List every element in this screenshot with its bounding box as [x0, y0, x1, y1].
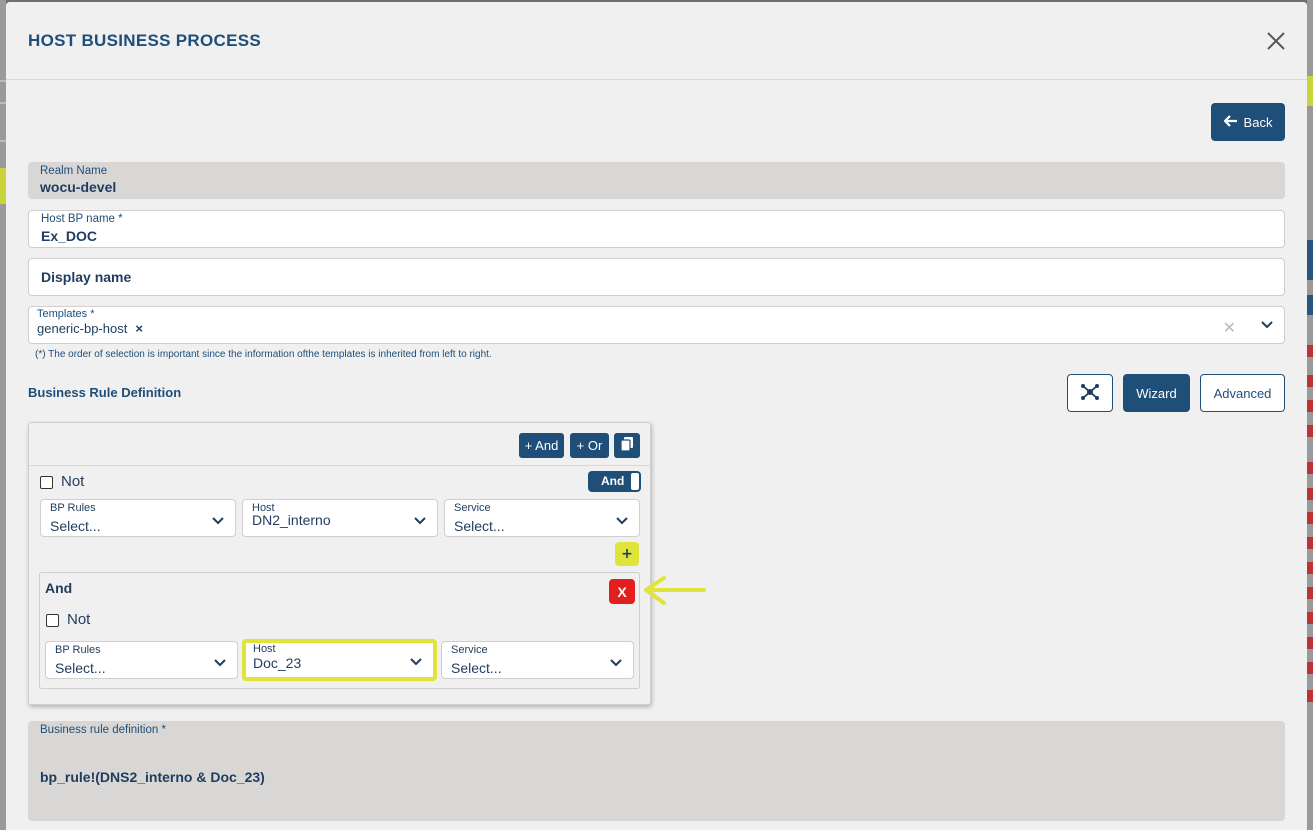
wizard-button[interactable]: Wizard: [1123, 374, 1190, 412]
templates-select[interactable]: Templates * generic-bp-host × ✕: [28, 306, 1285, 344]
group-bp-rules-select[interactable]: BP Rules Select...: [45, 641, 238, 679]
service-label: Service: [454, 502, 491, 514]
host-bp-name-field[interactable]: Host BP name * Ex_DOC: [28, 210, 1285, 248]
group-not-label: Not: [67, 611, 91, 628]
host-bp-name-label: Host BP name *: [41, 213, 123, 225]
annotation-arrow-icon: [642, 576, 708, 610]
host-value: DN2_interno: [252, 512, 331, 528]
template-tag-label: generic-bp-host: [37, 321, 128, 336]
group-host-label: Host: [253, 643, 276, 655]
chevron-down-icon: [213, 655, 227, 674]
modal-header: HOST BUSINESS PROCESS: [6, 2, 1307, 80]
group-bp-rules-value: Select...: [55, 660, 106, 676]
group-bp-rules-label: BP Rules: [55, 644, 101, 656]
chevron-down-icon: [409, 654, 423, 673]
section-title: Business Rule Definition: [28, 385, 182, 400]
chevron-down-icon: [609, 655, 623, 674]
rule-builder: + And + Or Not And BP Rules Select... Ho…: [28, 422, 651, 705]
remove-group-button[interactable]: X: [609, 579, 635, 604]
not-label: Not: [61, 473, 85, 490]
arrow-left-icon: [1222, 114, 1238, 130]
network-graph-button[interactable]: [1067, 374, 1113, 412]
add-and-button[interactable]: + And: [519, 433, 564, 458]
not-checkbox[interactable]: [40, 476, 53, 489]
operator-toggle[interactable]: And: [588, 471, 641, 492]
copy-button[interactable]: [614, 433, 640, 458]
chevron-down-icon: [211, 513, 225, 532]
templates-label: Templates *: [37, 308, 95, 320]
chevron-down-icon[interactable]: [1260, 317, 1274, 336]
chevron-down-icon: [413, 513, 427, 532]
templates-hint: (*) The order of selection is important …: [35, 349, 492, 360]
group-service-select[interactable]: Service Select...: [441, 641, 634, 679]
group-not-checkbox[interactable]: [46, 614, 59, 627]
add-or-button[interactable]: + Or: [570, 433, 609, 458]
service-select[interactable]: Service Select...: [444, 499, 640, 537]
host-business-process-modal: HOST BUSINESS PROCESS Back Realm Name wo…: [6, 2, 1307, 830]
builder-divider: [29, 465, 650, 466]
display-name-field[interactable]: Display name: [28, 258, 1285, 296]
bp-rules-select[interactable]: BP Rules Select...: [40, 499, 236, 537]
realm-name-field: Realm Name wocu-devel: [28, 162, 1285, 199]
add-rule-button[interactable]: +: [615, 542, 639, 566]
host-select[interactable]: Host DN2_interno: [242, 499, 438, 537]
business-rule-definition-field: Business rule definition * bp_rule!(DNS2…: [28, 721, 1285, 821]
realm-name-value: wocu-devel: [40, 179, 117, 195]
back-button-label: Back: [1243, 114, 1273, 130]
operator-toggle-label: And: [601, 474, 625, 488]
toggle-knob: [631, 473, 639, 490]
clear-icon[interactable]: ✕: [1223, 318, 1236, 337]
modal-title: HOST BUSINESS PROCESS: [28, 31, 262, 50]
display-name-label: Display name: [41, 269, 132, 285]
network-graph-icon: [1080, 383, 1100, 404]
template-tag: generic-bp-host ×: [37, 321, 143, 336]
chevron-down-icon: [615, 513, 629, 532]
close-icon[interactable]: [1265, 30, 1287, 52]
group-service-value: Select...: [451, 660, 502, 676]
background-right-edge: [1307, 0, 1313, 830]
template-tag-remove-icon[interactable]: ×: [135, 321, 143, 336]
group-host-select[interactable]: Host Doc_23: [242, 639, 437, 681]
advanced-button[interactable]: Advanced: [1200, 374, 1285, 412]
rule-group: And X Not BP Rules Select... Host Doc_23…: [39, 572, 640, 689]
group-service-label: Service: [451, 644, 488, 656]
host-bp-name-value: Ex_DOC: [41, 228, 98, 244]
definition-value: bp_rule!(DNS2_interno & Doc_23): [40, 769, 265, 785]
realm-name-label: Realm Name: [40, 165, 108, 177]
definition-label: Business rule definition *: [40, 724, 166, 736]
copy-icon: [620, 437, 633, 454]
back-button[interactable]: Back: [1211, 103, 1285, 141]
service-value: Select...: [454, 518, 505, 534]
bp-rules-label: BP Rules: [50, 502, 96, 514]
group-host-value: Doc_23: [253, 655, 302, 671]
group-title: And: [45, 580, 73, 596]
bp-rules-value: Select...: [50, 518, 101, 534]
